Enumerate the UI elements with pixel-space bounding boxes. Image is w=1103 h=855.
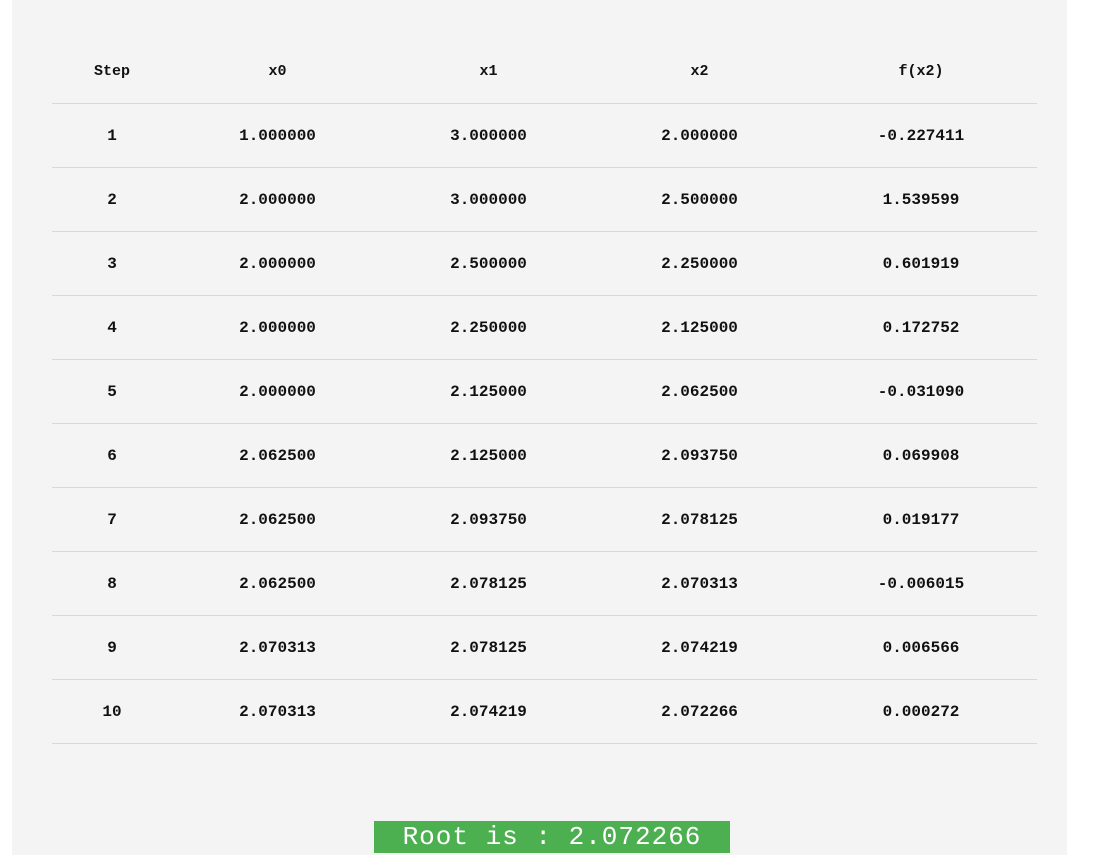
cell-fx2: 0.172752 bbox=[805, 295, 1037, 360]
cell-x2: 2.125000 bbox=[594, 295, 805, 360]
cell-x0: 2.000000 bbox=[172, 167, 383, 232]
table-row: 6 2.062500 2.125000 2.093750 0.069908 bbox=[52, 423, 1037, 488]
header-x1: x1 bbox=[383, 40, 594, 104]
cell-step: 3 bbox=[52, 231, 172, 296]
cell-x0: 2.000000 bbox=[172, 359, 383, 424]
cell-step: 4 bbox=[52, 295, 172, 360]
table-row: 4 2.000000 2.250000 2.125000 0.172752 bbox=[52, 295, 1037, 360]
cell-x0: 1.000000 bbox=[172, 103, 383, 168]
cell-step: 6 bbox=[52, 423, 172, 488]
table-row: 1 1.000000 3.000000 2.000000 -0.227411 bbox=[52, 103, 1037, 168]
cell-x1: 2.125000 bbox=[383, 423, 594, 488]
cell-step: 10 bbox=[52, 679, 172, 744]
table-row: 5 2.000000 2.125000 2.062500 -0.031090 bbox=[52, 359, 1037, 424]
cell-fx2: 0.019177 bbox=[805, 487, 1037, 552]
cell-step: 5 bbox=[52, 359, 172, 424]
table-row: 3 2.000000 2.500000 2.250000 0.601919 bbox=[52, 231, 1037, 296]
cell-fx2: 0.006566 bbox=[805, 615, 1037, 680]
cell-x0: 2.062500 bbox=[172, 551, 383, 616]
cell-x2: 2.078125 bbox=[594, 487, 805, 552]
table-row: 8 2.062500 2.078125 2.070313 -0.006015 bbox=[52, 551, 1037, 616]
header-x0: x0 bbox=[172, 40, 383, 104]
cell-x2: 2.500000 bbox=[594, 167, 805, 232]
cell-fx2: -0.031090 bbox=[805, 359, 1037, 424]
cell-fx2: 0.069908 bbox=[805, 423, 1037, 488]
cell-x0: 2.062500 bbox=[172, 423, 383, 488]
results-panel: Step x0 x1 x2 f(x2) 1 1.000000 3.000000 2.0… bbox=[12, 0, 1067, 855]
cell-fx2: 1.539599 bbox=[805, 167, 1037, 232]
cell-x2: 2.093750 bbox=[594, 423, 805, 488]
cell-step: 9 bbox=[52, 615, 172, 680]
header-x2: x2 bbox=[594, 40, 805, 104]
cell-fx2: -0.227411 bbox=[805, 103, 1037, 168]
table-row: 9 2.070313 2.078125 2.074219 0.006566 bbox=[52, 615, 1037, 680]
table-row: 2 2.000000 3.000000 2.500000 1.539599 bbox=[52, 167, 1037, 232]
cell-x1: 2.125000 bbox=[383, 359, 594, 424]
cell-x1: 3.000000 bbox=[383, 167, 594, 232]
root-result-badge: Root is : 2.072266 bbox=[374, 821, 730, 853]
cell-x2: 2.072266 bbox=[594, 679, 805, 744]
cell-fx2: 0.000272 bbox=[805, 679, 1037, 744]
cell-x2: 2.070313 bbox=[594, 551, 805, 616]
cell-x1: 2.078125 bbox=[383, 551, 594, 616]
table-body: 1 1.000000 3.000000 2.000000 -0.227411 2 2.000… bbox=[52, 103, 1037, 744]
cell-x2: 2.000000 bbox=[594, 103, 805, 168]
header-step: Step bbox=[52, 40, 172, 104]
cell-x0: 2.000000 bbox=[172, 295, 383, 360]
cell-x1: 2.093750 bbox=[383, 487, 594, 552]
cell-x1: 2.078125 bbox=[383, 615, 594, 680]
cell-x1: 3.000000 bbox=[383, 103, 594, 168]
cell-x1: 2.500000 bbox=[383, 231, 594, 296]
cell-step: 8 bbox=[52, 551, 172, 616]
header-fx2: f(x2) bbox=[805, 40, 1037, 104]
cell-x0: 2.062500 bbox=[172, 487, 383, 552]
table-row: 7 2.062500 2.093750 2.078125 0.019177 bbox=[52, 487, 1037, 552]
cell-step: 1 bbox=[52, 103, 172, 168]
cell-x0: 2.070313 bbox=[172, 615, 383, 680]
cell-x2: 2.062500 bbox=[594, 359, 805, 424]
cell-x1: 2.074219 bbox=[383, 679, 594, 744]
cell-x0: 2.070313 bbox=[172, 679, 383, 744]
cell-fx2: 0.601919 bbox=[805, 231, 1037, 296]
table-header-row: Step x0 x1 x2 f(x2) bbox=[52, 40, 1037, 104]
iteration-table: Step x0 x1 x2 f(x2) 1 1.000000 3.000000 2.0… bbox=[52, 40, 1037, 744]
cell-x2: 2.074219 bbox=[594, 615, 805, 680]
cell-x0: 2.000000 bbox=[172, 231, 383, 296]
cell-x1: 2.250000 bbox=[383, 295, 594, 360]
cell-x2: 2.250000 bbox=[594, 231, 805, 296]
cell-fx2: -0.006015 bbox=[805, 551, 1037, 616]
cell-step: 2 bbox=[52, 167, 172, 232]
table-row: 10 2.070313 2.074219 2.072266 0.000272 bbox=[52, 679, 1037, 744]
cell-step: 7 bbox=[52, 487, 172, 552]
